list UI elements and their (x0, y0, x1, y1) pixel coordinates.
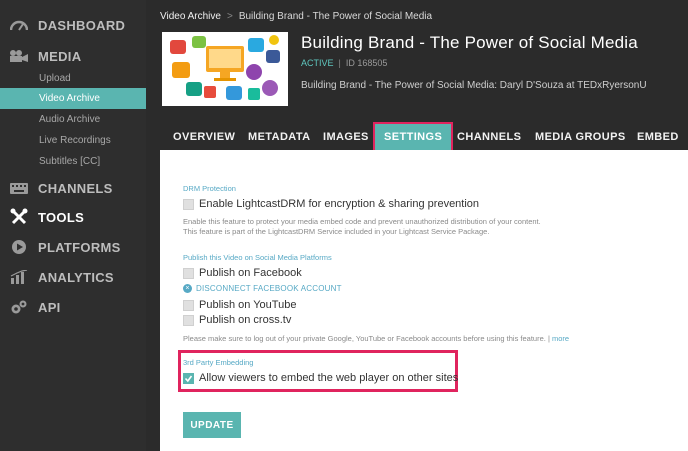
social-note-separator: | (547, 334, 550, 343)
tab-settings[interactable]: SETTINGS (373, 122, 454, 152)
crosstv-checkbox[interactable] (183, 314, 194, 326)
update-button[interactable]: UPDATE (183, 412, 241, 438)
nav-analytics[interactable]: ANALYTICS (0, 262, 146, 292)
video-camera-icon (0, 49, 38, 63)
crosstv-option-label: Publish on cross.tv (199, 314, 292, 326)
video-thumbnail (162, 32, 288, 106)
social-section-label: Publish this Video on Social Media Platf… (183, 253, 332, 262)
dashboard-icon (0, 18, 38, 32)
nav-analytics-label: ANALYTICS (38, 269, 114, 285)
nav-subtitles[interactable]: Subtitles [CC] (0, 151, 146, 172)
play-circle-icon (0, 239, 38, 255)
checkmark-icon (184, 375, 193, 382)
breadcrumb-video-archive[interactable]: Video Archive (160, 11, 221, 22)
sidebar: DASHBOARD MEDIA Upload Video Archive Aud… (0, 0, 146, 451)
nav-audio-archive[interactable]: Audio Archive (0, 109, 146, 130)
embedding-option[interactable]: Allow viewers to embed the web player on… (183, 372, 458, 384)
nav-video-archive[interactable]: Video Archive (0, 88, 146, 109)
embedding-section-label: 3rd Party Embedding (183, 358, 254, 367)
disconnect-facebook-label: DISCONNECT FACEBOOK ACCOUNT (196, 284, 342, 293)
nav-upload[interactable]: Upload (0, 68, 146, 89)
settings-panel: DRM Protection Enable LightcastDRM for e… (160, 150, 688, 451)
drm-note-line-1: Enable this feature to protect your medi… (183, 217, 541, 226)
facebook-option-label: Publish on Facebook (199, 267, 302, 279)
embedding-checkbox[interactable] (183, 372, 194, 384)
social-note: Please make sure to log out of your priv… (183, 334, 653, 344)
video-id: ID 168505 (345, 58, 388, 68)
drm-checkbox[interactable] (183, 198, 194, 210)
tab-metadata[interactable]: METADATA (248, 124, 310, 150)
drm-section-label: DRM Protection (183, 184, 236, 193)
breadcrumb-current: Building Brand - The Power of Social Med… (238, 11, 433, 22)
youtube-option[interactable]: Publish on YouTube (183, 299, 296, 311)
page-title: Building Brand - The Power of Social Med… (301, 33, 638, 52)
nav-live-recordings[interactable]: Live Recordings (0, 130, 146, 151)
nav-platforms[interactable]: PLATFORMS (0, 232, 146, 262)
nav-tools-label: TOOLS (38, 209, 85, 225)
more-link[interactable]: more (552, 334, 569, 343)
drm-option-label: Enable LightcastDRM for encryption & sha… (199, 198, 480, 210)
drm-note-line-2: This feature is part of the LightcastDRM… (183, 227, 490, 236)
embedding-highlight (178, 350, 458, 392)
facebook-checkbox[interactable] (183, 267, 194, 279)
youtube-checkbox[interactable] (183, 299, 194, 311)
tools-icon (0, 208, 38, 226)
nav-media-label: MEDIA (38, 48, 82, 64)
tab-bar: OVERVIEW METADATA IMAGES SETTINGS CHANNE… (160, 122, 688, 152)
breadcrumb: Video Archive > Building Brand - The Pow… (160, 11, 432, 22)
crosstv-option[interactable]: Publish on cross.tv (183, 314, 291, 326)
video-subtitle: Building Brand - The Power of Social Med… (301, 80, 647, 91)
video-meta: ACTIVE | ID 168505 (301, 58, 387, 68)
nav-channels[interactable]: CHANNELS (0, 173, 146, 203)
drm-option[interactable]: Enable LightcastDRM for encryption & sha… (183, 198, 479, 210)
drm-note: Enable this feature to protect your medi… (183, 217, 653, 237)
nav-dashboard[interactable]: DASHBOARD (0, 10, 146, 40)
tab-channels[interactable]: CHANNELS (457, 124, 521, 150)
tab-images[interactable]: IMAGES (323, 124, 369, 150)
breadcrumb-separator: > (226, 11, 233, 22)
nav-api-label: API (38, 299, 61, 315)
tab-overview[interactable]: OVERVIEW (173, 124, 235, 150)
nav-platforms-label: PLATFORMS (38, 239, 121, 255)
youtube-option-label: Publish on YouTube (199, 299, 297, 311)
facebook-option[interactable]: Publish on Facebook (183, 267, 302, 279)
meta-separator: | (338, 58, 341, 68)
tab-media-groups[interactable]: MEDIA GROUPS (535, 124, 626, 150)
keyboard-icon (0, 182, 38, 195)
nav-media[interactable]: MEDIA (0, 41, 146, 71)
bar-chart-icon (0, 270, 38, 284)
nav-channels-label: CHANNELS (38, 180, 113, 196)
social-note-text: Please make sure to log out of your priv… (183, 334, 546, 343)
nav-api[interactable]: API (0, 292, 146, 322)
status-badge: ACTIVE (301, 58, 334, 68)
gears-icon (0, 299, 38, 315)
close-icon: × (183, 284, 192, 293)
nav-tools[interactable]: TOOLS (0, 202, 146, 232)
page-header: Video Archive > Building Brand - The Pow… (146, 0, 688, 124)
tab-embed[interactable]: EMBED (637, 124, 679, 150)
embedding-option-label: Allow viewers to embed the web player on… (199, 372, 459, 384)
nav-dashboard-label: DASHBOARD (38, 17, 126, 33)
disconnect-facebook-link[interactable]: × DISCONNECT FACEBOOK ACCOUNT (183, 284, 342, 293)
